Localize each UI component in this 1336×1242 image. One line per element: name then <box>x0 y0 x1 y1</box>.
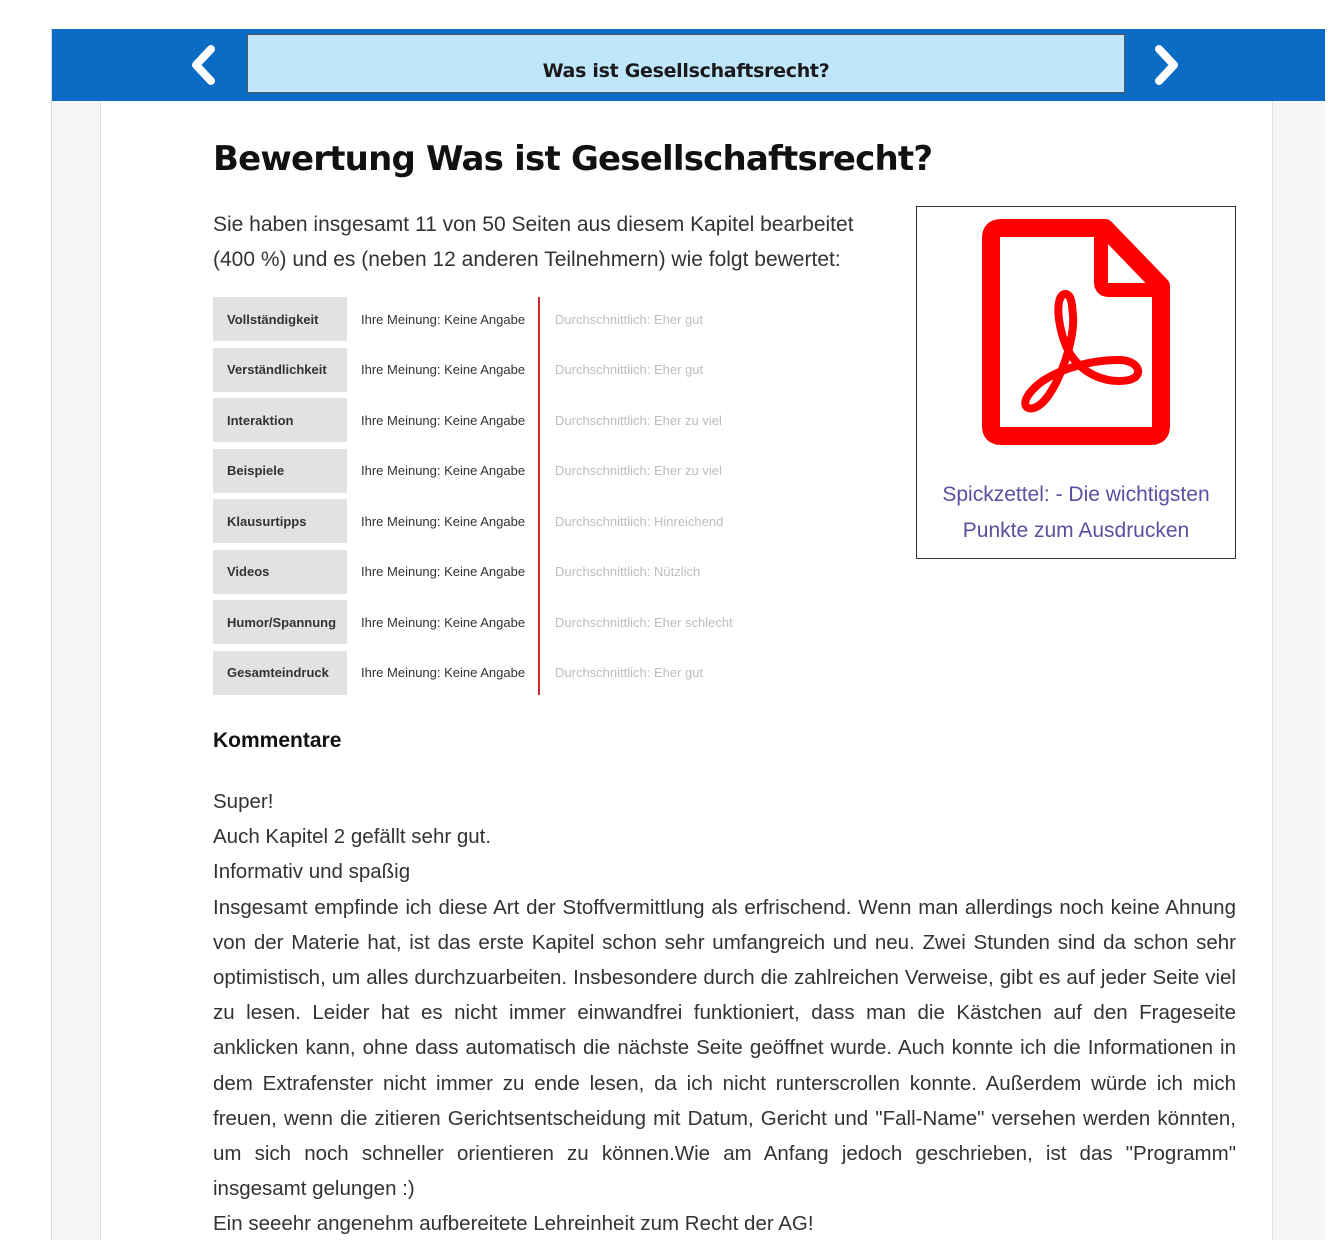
top-navigation-bar: Was ist Gesellschaftsrecht? <box>52 29 1325 101</box>
rating-own-opinion[interactable]: Ihre Meinung: Keine Angabe <box>361 449 525 493</box>
comment-item: Insgesamt empfinde ich diese Art der Sto… <box>213 895 1236 1201</box>
rating-category-label: Gesamteindruck <box>213 650 347 695</box>
rating-own-opinion[interactable]: Ihre Meinung: Keine Angabe <box>361 398 525 442</box>
pdf-link-line-1[interactable]: Spickzettel: - Die wichtigsten <box>917 477 1235 513</box>
pdf-link-line-2[interactable]: Punkte zum Ausdrucken <box>917 513 1235 549</box>
rating-own-opinion[interactable]: Ihre Meinung: Keine Angabe <box>361 499 525 543</box>
rating-category-label: Humor/Spannung <box>213 600 347 644</box>
rating-average: Durchschnittlich: Eher gut <box>555 311 704 327</box>
comment-item: Ein seeehr angenehm aufbereitete Lehrein… <box>213 1212 814 1236</box>
rating-average: Durchschnittlich: Eher zu viel <box>555 463 722 478</box>
page-title: Bewertung Was ist Gesellschaftsrecht? <box>213 139 933 179</box>
chevron-left-icon <box>192 45 215 85</box>
comments-list: Super! Auch Kapitel 2 gefällt sehr gut. … <box>213 784 1236 1242</box>
comment-item: Auch Kapitel 2 gefällt sehr gut. <box>213 825 492 849</box>
comments-heading: Kommentare <box>213 729 342 752</box>
rating-own-opinion[interactable]: Ihre Meinung: Keine Angabe <box>361 600 525 644</box>
rating-average: Durchschnittlich: Hinreichend <box>555 513 724 529</box>
rating-table: Vollständigkeit Ihre Meinung: Keine Anga… <box>213 297 753 701</box>
rating-category-label: Interaktion <box>213 398 347 442</box>
rating-category-label: Vollständigkeit <box>213 297 347 341</box>
rating-own-opinion[interactable]: Ihre Meinung: Keine Angabe <box>361 550 525 594</box>
rating-average: Durchschnittlich: Eher zu viel <box>555 412 722 428</box>
rating-divider <box>538 297 540 695</box>
rating-row: Videos Ihre Meinung: Keine Angabe Durchs… <box>213 549 753 601</box>
chapter-title-box: Was ist Gesellschaftsrecht? <box>247 34 1125 93</box>
pdf-download-link[interactable]: Spickzettel: - Die wichtigsten Punkte zu… <box>917 477 1235 549</box>
comment-item: Super! <box>213 790 274 813</box>
rating-own-opinion[interactable]: Ihre Meinung: Keine Angabe <box>361 297 525 341</box>
rating-row: Beispiele Ihre Meinung: Keine Angabe Dur… <box>213 448 753 500</box>
rating-row: Humor/Spannung Ihre Meinung: Keine Angab… <box>213 600 753 651</box>
rating-category-label: Verständlichkeit <box>213 347 347 392</box>
chapter-title: Was ist Gesellschaftsrecht? <box>542 60 830 82</box>
rating-average: Durchschnittlich: Eher gut <box>555 665 704 680</box>
rating-category-label: Videos <box>213 549 347 594</box>
rating-average: Durchschnittlich: Eher gut <box>555 362 704 377</box>
chevron-right-icon <box>1155 45 1178 85</box>
intro-text: Sie haben insgesamt 11 von 50 Seiten aus… <box>213 213 854 271</box>
rating-row: Verständlichkeit Ihre Meinung: Keine Ang… <box>213 347 753 399</box>
app-frame: Was ist Gesellschaftsrecht? Bewertung Wa… <box>51 29 1325 1240</box>
rating-category-label: Beispiele <box>213 448 347 493</box>
rating-row: Interaktion Ihre Meinung: Keine Angabe D… <box>213 398 753 449</box>
rating-row: Vollständigkeit Ihre Meinung: Keine Anga… <box>213 297 753 348</box>
main-content: Bewertung Was ist Gesellschaftsrecht? Si… <box>100 101 1273 1240</box>
comment-item: Informativ und spaßig <box>213 860 411 884</box>
rating-average: Durchschnittlich: Eher schlecht <box>555 614 733 630</box>
previous-page-button[interactable] <box>184 43 224 87</box>
next-page-button[interactable] <box>1146 43 1186 87</box>
rating-own-opinion[interactable]: Ihre Meinung: Keine Angabe <box>361 348 525 392</box>
rating-average: Durchschnittlich: Nützlich <box>555 564 701 579</box>
pdf-download-card[interactable]: Spickzettel: - Die wichtigsten Punkte zu… <box>916 206 1236 559</box>
rating-row: Gesamteindruck Ihre Meinung: Keine Angab… <box>213 650 753 702</box>
pdf-file-icon <box>982 219 1170 445</box>
rating-row: Klausurtipps Ihre Meinung: Keine Angabe … <box>213 499 753 550</box>
rating-own-opinion[interactable]: Ihre Meinung: Keine Angabe <box>361 651 525 695</box>
rating-category-label: Klausurtipps <box>213 499 347 543</box>
